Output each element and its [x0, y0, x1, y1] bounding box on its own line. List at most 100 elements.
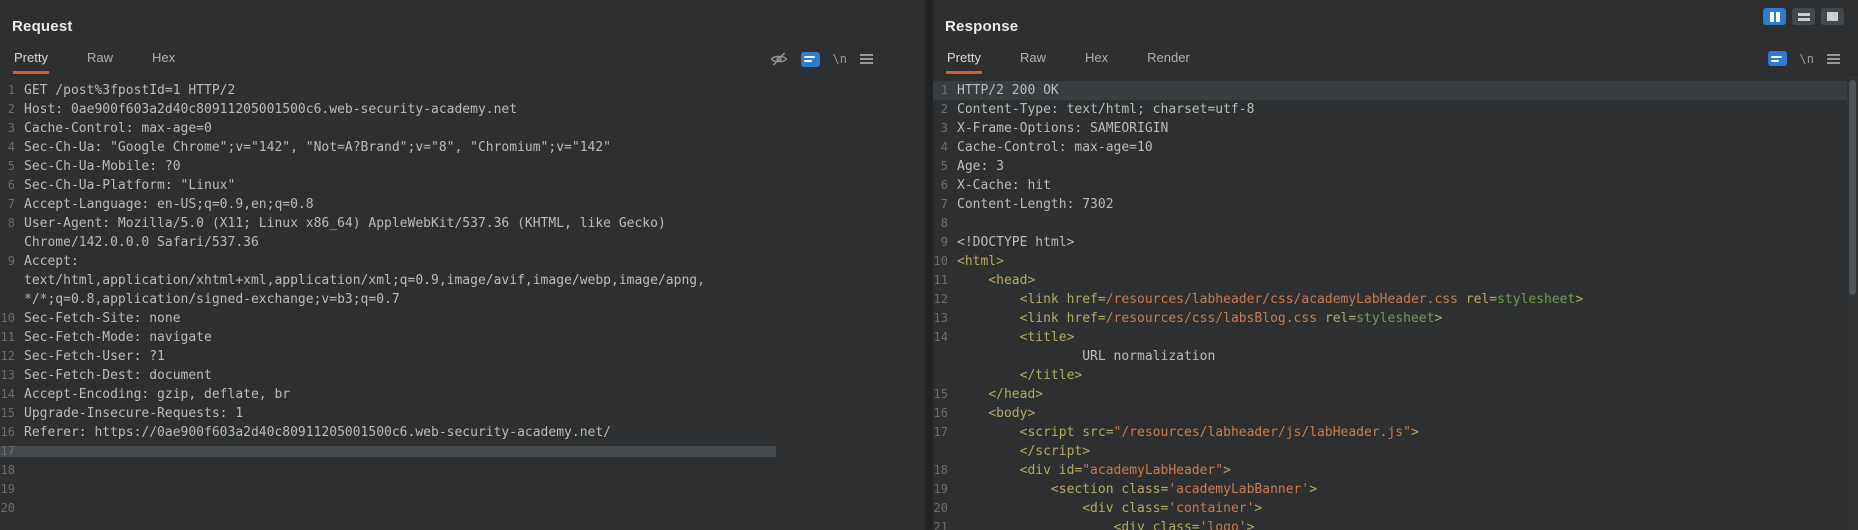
code-line[interactable]: 11 <head> — [933, 271, 1858, 290]
line-number: 5 — [933, 157, 957, 176]
tab-pretty[interactable]: Pretty — [946, 47, 982, 74]
code-text: Upgrade-Insecure-Requests: 1 — [24, 404, 243, 423]
line-number: 13 — [0, 366, 24, 385]
code-line[interactable]: 6X-Cache: hit — [933, 176, 1858, 195]
code-line[interactable]: 8 — [933, 214, 1858, 233]
code-line[interactable]: 9Accept: — [0, 252, 925, 271]
show-newlines-icon[interactable]: \n — [1800, 52, 1814, 66]
show-newlines-icon[interactable]: \n — [833, 52, 847, 66]
code-line[interactable]: 13 <link href=/resources/css/labsBlog.cs… — [933, 309, 1858, 328]
code-line[interactable]: 21 <div class='logo'> — [933, 518, 1858, 530]
code-line[interactable]: 1HTTP/2 200 OK — [933, 81, 1858, 100]
tab-render[interactable]: Render — [1146, 47, 1191, 74]
code-line[interactable]: 12Sec-Fetch-User: ?1 — [0, 347, 925, 366]
code-line[interactable]: 2Content-Type: text/html; charset=utf-8 — [933, 100, 1858, 119]
code-line[interactable]: 4Sec-Ch-Ua: "Google Chrome";v="142", "No… — [0, 138, 925, 157]
syntax-highlighting-icon[interactable] — [1768, 51, 1787, 66]
code-line[interactable]: 1GET /post%3fpostId=1 HTTP/2 — [0, 81, 925, 100]
tab-hex[interactable]: Hex — [1084, 47, 1109, 74]
code-line[interactable]: 14 <title> — [933, 328, 1858, 347]
code-text: <section class='academyLabBanner'> — [957, 480, 1317, 499]
code-line[interactable]: 8User-Agent: Mozilla/5.0 (X11; Linux x86… — [0, 214, 925, 233]
line-number: 10 — [933, 252, 957, 271]
code-line[interactable]: 13Sec-Fetch-Dest: document — [0, 366, 925, 385]
layout-toggle-buttons — [1763, 8, 1844, 25]
code-text: <link href=/resources/labheader/css/acad… — [957, 290, 1583, 309]
code-line[interactable]: </script> — [933, 442, 1858, 461]
syntax-highlighting-icon[interactable] — [801, 52, 820, 67]
code-text: X-Cache: hit — [957, 176, 1051, 195]
line-number: 8 — [0, 214, 24, 233]
line-number: 2 — [933, 100, 957, 119]
single-layout-button[interactable] — [1821, 8, 1844, 25]
code-line[interactable]: 3X-Frame-Options: SAMEORIGIN — [933, 119, 1858, 138]
code-line[interactable]: 19 — [0, 480, 925, 499]
code-line[interactable]: 7Accept-Language: en-US;q=0.9,en;q=0.8 — [0, 195, 925, 214]
editor-menu-icon[interactable] — [860, 54, 873, 64]
code-line[interactable]: 20 <div class='container'> — [933, 499, 1858, 518]
code-line[interactable]: 16Referer: https://0ae900f603a2d40c80911… — [0, 423, 925, 442]
tab-raw[interactable]: Raw — [86, 47, 114, 74]
code-line[interactable]: 10<html> — [933, 252, 1858, 271]
code-text: Sec-Fetch-Dest: document — [24, 366, 212, 385]
code-line[interactable]: URL normalization — [933, 347, 1858, 366]
tab-pretty[interactable]: Pretty — [13, 47, 49, 74]
request-editor[interactable]: 1GET /post%3fpostId=1 HTTP/22Host: 0ae90… — [0, 74, 925, 530]
code-line[interactable]: 11Sec-Fetch-Mode: navigate — [0, 328, 925, 347]
code-text: <div class='container'> — [957, 499, 1262, 518]
line-number: 18 — [933, 461, 957, 480]
code-line[interactable]: 9<!DOCTYPE html> — [933, 233, 1858, 252]
tab-raw[interactable]: Raw — [1019, 47, 1047, 74]
line-number: 6 — [0, 176, 24, 195]
code-line[interactable]: 16 <body> — [933, 404, 1858, 423]
code-text: Sec-Ch-Ua: "Google Chrome";v="142", "Not… — [24, 138, 611, 157]
code-line[interactable]: 17 <script src="/resources/labheader/js/… — [933, 423, 1858, 442]
line-number: 14 — [933, 328, 957, 347]
code-text: <!DOCTYPE html> — [957, 233, 1074, 252]
code-line[interactable]: 20 — [0, 499, 925, 518]
code-line[interactable]: 15Upgrade-Insecure-Requests: 1 — [0, 404, 925, 423]
code-text: Chrome/142.0.0.0 Safari/537.36 — [24, 233, 259, 252]
code-line[interactable]: 2Host: 0ae900f603a2d40c80911205001500c6.… — [0, 100, 925, 119]
code-text: Cache-Control: max-age=0 — [24, 119, 212, 138]
code-line[interactable]: */*;q=0.8,application/signed-exchange;v=… — [0, 290, 925, 309]
response-editor[interactable]: 1HTTP/2 200 OK2Content-Type: text/html; … — [933, 74, 1858, 530]
code-line[interactable]: 6Sec-Ch-Ua-Platform: "Linux" — [0, 176, 925, 195]
editor-menu-icon[interactable] — [1827, 54, 1840, 64]
response-panel: Response PrettyRawHexRender \n 1HTTP/2 2… — [933, 0, 1858, 530]
code-line[interactable]: 14Accept-Encoding: gzip, deflate, br — [0, 385, 925, 404]
line-number: 12 — [933, 290, 957, 309]
columns-layout-button[interactable] — [1763, 8, 1786, 25]
request-tabs: Pretty Raw Hex — [13, 47, 213, 74]
line-number — [0, 233, 24, 252]
code-text: </head> — [957, 385, 1043, 404]
code-line[interactable]: 18 <div id="academyLabHeader"> — [933, 461, 1858, 480]
line-number — [933, 442, 957, 461]
code-text: Sec-Fetch-Site: none — [24, 309, 181, 328]
code-line[interactable]: 17 — [0, 442, 925, 461]
code-line[interactable]: 5Age: 3 — [933, 157, 1858, 176]
request-panel: Request PrettyRawHex \n 1GET /post%3fpos… — [0, 0, 925, 530]
code-line[interactable]: 7Content-Length: 7302 — [933, 195, 1858, 214]
code-line[interactable]: 12 <link href=/resources/labheader/css/a… — [933, 290, 1858, 309]
code-line[interactable]: 15 </head> — [933, 385, 1858, 404]
eye-off-icon[interactable] — [770, 51, 788, 67]
code-line[interactable]: </title> — [933, 366, 1858, 385]
code-line[interactable]: text/html,application/xhtml+xml,applicat… — [0, 271, 925, 290]
tab-hex[interactable]: Hex — [151, 47, 176, 74]
line-number — [933, 366, 957, 385]
code-line[interactable]: 5Sec-Ch-Ua-Mobile: ?0 — [0, 157, 925, 176]
code-line[interactable]: 19 <section class='academyLabBanner'> — [933, 480, 1858, 499]
line-number: 17 — [933, 423, 957, 442]
code-line[interactable]: 3Cache-Control: max-age=0 — [0, 119, 925, 138]
code-line[interactable]: 18 — [0, 461, 925, 480]
panel-divider[interactable] — [925, 0, 933, 530]
code-line[interactable]: 10Sec-Fetch-Site: none — [0, 309, 925, 328]
code-line[interactable]: 4Cache-Control: max-age=10 — [933, 138, 1858, 157]
line-number: 9 — [0, 252, 24, 271]
response-scrollbar-thumb[interactable] — [1849, 80, 1856, 295]
rows-layout-button[interactable] — [1792, 8, 1815, 25]
response-vertical-scrollbar[interactable] — [1847, 75, 1858, 530]
line-number: 7 — [0, 195, 24, 214]
code-line[interactable]: Chrome/142.0.0.0 Safari/537.36 — [0, 233, 925, 252]
